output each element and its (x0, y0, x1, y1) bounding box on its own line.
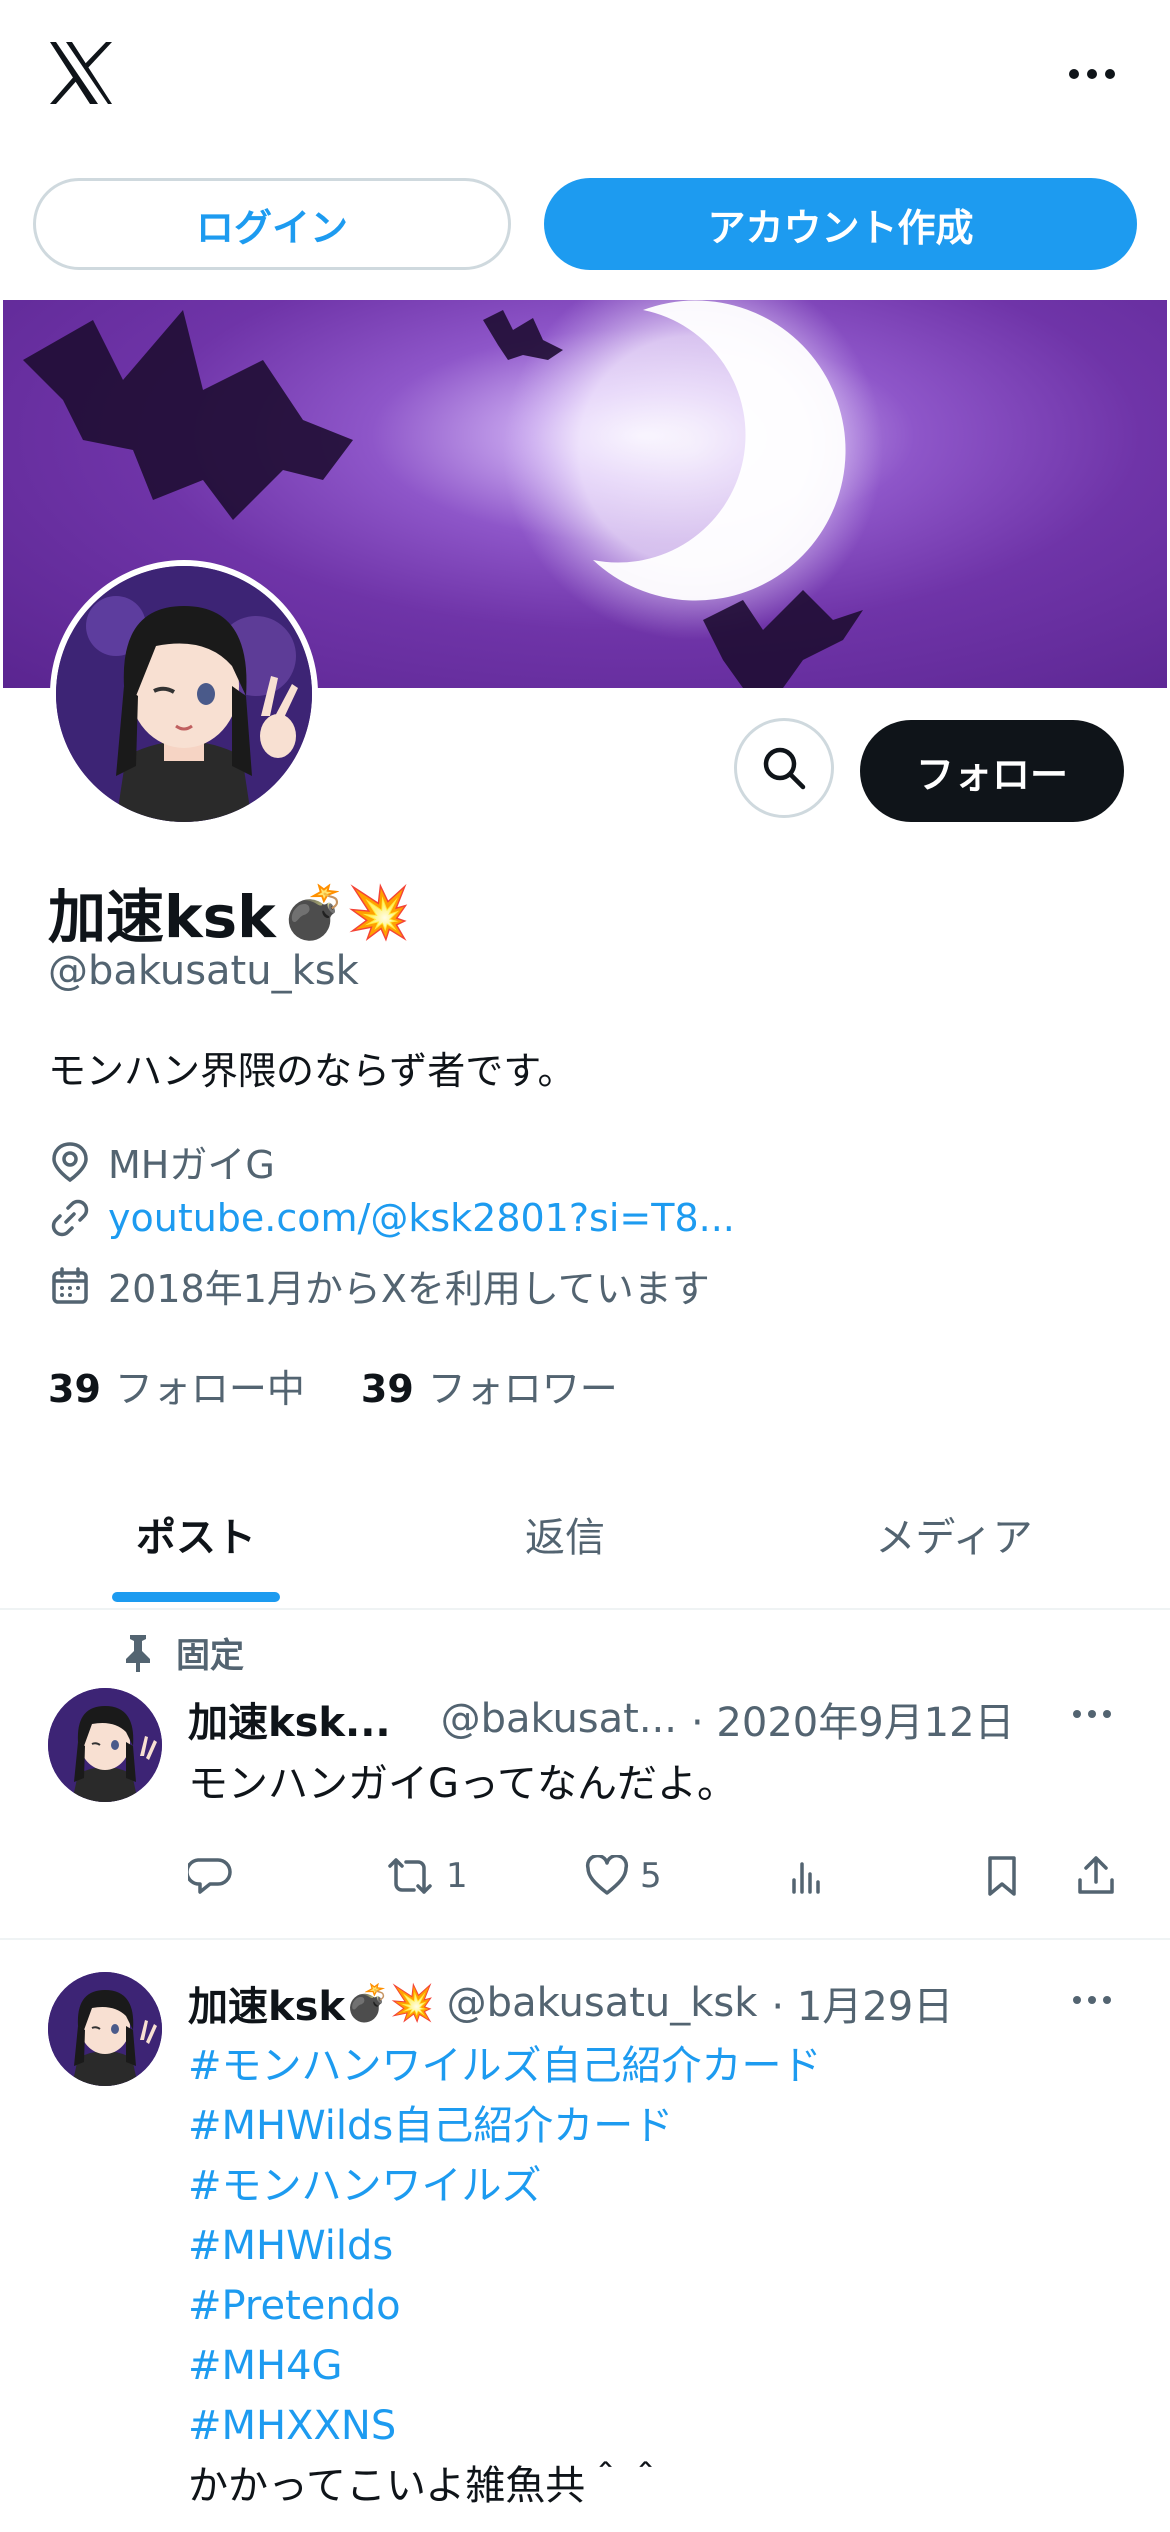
followers-label: フォロワー (427, 1367, 618, 1411)
hashtag-link[interactable]: #MHWilds自己紹介カード (188, 2096, 822, 2156)
profile-avatar[interactable] (50, 560, 318, 828)
heart-icon (585, 1855, 629, 1895)
followers-count: 39 (360, 1367, 414, 1411)
login-button[interactable]: ログイン (33, 178, 511, 270)
hashtag-link[interactable]: #モンハンワイルズ (188, 2156, 822, 2216)
location-icon (48, 1140, 92, 1184)
post-more-icon[interactable] (1064, 1972, 1120, 2028)
post-author-name[interactable]: 加速ksk... (188, 1690, 391, 1748)
profile-name: 加速ksk 💣💥 (48, 870, 411, 954)
tab-replies-label: 返信 (525, 1515, 605, 1561)
tab-media-label: メディア (875, 1515, 1033, 1561)
calendar-icon (48, 1264, 92, 1308)
profile-bio: モンハン界隈のならず者です。 (48, 1049, 576, 1093)
profile-name-text: 加速ksk (48, 883, 276, 951)
post-avatar[interactable] (48, 1688, 162, 1802)
post-header: 加速ksk... @bakusat... · 2020年9月12日 (188, 1690, 1015, 1748)
location-row: MHガイG (48, 1134, 275, 1189)
post-author-handle[interactable]: @bakusatu_ksk (447, 1980, 758, 2026)
post-date[interactable]: · 2020年9月12日 (691, 1690, 1015, 1748)
post-avatar[interactable] (48, 1972, 162, 2086)
tab-media[interactable]: メディア (738, 1460, 1170, 1608)
reply-button[interactable] (188, 1844, 234, 1908)
hashtag-link[interactable]: #MHWilds (188, 2216, 822, 2276)
post-author-emojis: 💣💥 (345, 1983, 435, 2024)
joined-row: 2018年1月からXを利用しています (48, 1258, 710, 1313)
analytics-icon (792, 1862, 820, 1894)
followers-link[interactable]: 39 フォロワー (361, 1358, 618, 1413)
auth-buttons: ログイン アカウント作成 (33, 178, 1137, 270)
profile-tabs: ポスト 返信 メディア (0, 1460, 1170, 1610)
repost-button[interactable]: 1 (384, 1844, 468, 1908)
hashtag-link[interactable]: #MHXXNS (188, 2396, 822, 2456)
share-icon (1078, 1856, 1114, 1894)
search-button[interactable] (734, 718, 834, 818)
pin-icon (126, 1634, 150, 1672)
following-link[interactable]: 39 フォロー中 (48, 1358, 305, 1413)
tab-replies[interactable]: 返信 (392, 1460, 738, 1608)
link-row: youtube.com/@ksk2801?si=T8... (48, 1196, 735, 1240)
pinned-indicator: 固定 (122, 1628, 244, 1677)
following-label: フォロー中 (114, 1367, 305, 1411)
more-horizontal-icon[interactable] (1064, 46, 1120, 102)
link-icon (48, 1196, 92, 1240)
post-header: 加速ksk 💣💥 @bakusatu_ksk · 1月29日 (188, 1974, 953, 2032)
post-author-name[interactable]: 加速ksk (188, 1974, 345, 2032)
like-button[interactable]: 5 (584, 1844, 662, 1908)
following-count: 39 (48, 1367, 101, 1411)
bookmark-button[interactable] (984, 1844, 1020, 1908)
repost-icon (388, 1858, 432, 1894)
post-closing-text: かかってこいよ雑魚共＾＾ (188, 2463, 666, 2509)
top-bar (0, 0, 1170, 150)
signup-button[interactable]: アカウント作成 (544, 178, 1137, 270)
repost-count: 1 (446, 1856, 468, 1896)
x-logo-icon[interactable] (46, 38, 116, 108)
tab-posts-label: ポスト (136, 1515, 256, 1561)
location-text: MHガイG (108, 1143, 275, 1187)
joined-text: 2018年1月からXを利用しています (108, 1267, 710, 1311)
post-date[interactable]: · 1月29日 (771, 1974, 953, 2032)
active-tab-indicator (112, 1592, 280, 1602)
like-count: 5 (640, 1856, 662, 1896)
post-author-handle[interactable]: @bakusat... (441, 1696, 677, 1742)
pinned-label: 固定 (176, 1636, 244, 1676)
follow-button[interactable]: フォロー (860, 720, 1124, 822)
hashtag-link[interactable]: #Pretendo (188, 2276, 822, 2336)
post-text: モンハンガイGってなんだよ。 (188, 1761, 737, 1807)
share-button[interactable] (1074, 1844, 1118, 1908)
post-divider (0, 1938, 1170, 1940)
name-emojis: 💣💥 (281, 882, 412, 943)
hashtag-link[interactable]: #モンハンワイルズ自己紹介カード (188, 2036, 822, 2096)
reply-icon (188, 1858, 232, 1894)
bookmark-icon (988, 1856, 1016, 1896)
post-more-icon[interactable] (1064, 1686, 1120, 1742)
profile-link[interactable]: youtube.com/@ksk2801?si=T8... (108, 1196, 735, 1240)
post-actions: 1 5 (188, 1844, 1128, 1908)
follow-counts: 39 フォロー中 39 フォロワー (48, 1358, 618, 1413)
views-button[interactable] (788, 1844, 828, 1908)
post-body: #モンハンワイルズ自己紹介カード #MHWilds自己紹介カード #モンハンワイ… (188, 2036, 822, 2516)
search-icon (763, 747, 806, 790)
hashtag-link[interactable]: #MH4G (188, 2336, 822, 2396)
tab-posts[interactable]: ポスト (0, 1460, 392, 1608)
profile-handle: @bakusatu_ksk (48, 948, 359, 994)
